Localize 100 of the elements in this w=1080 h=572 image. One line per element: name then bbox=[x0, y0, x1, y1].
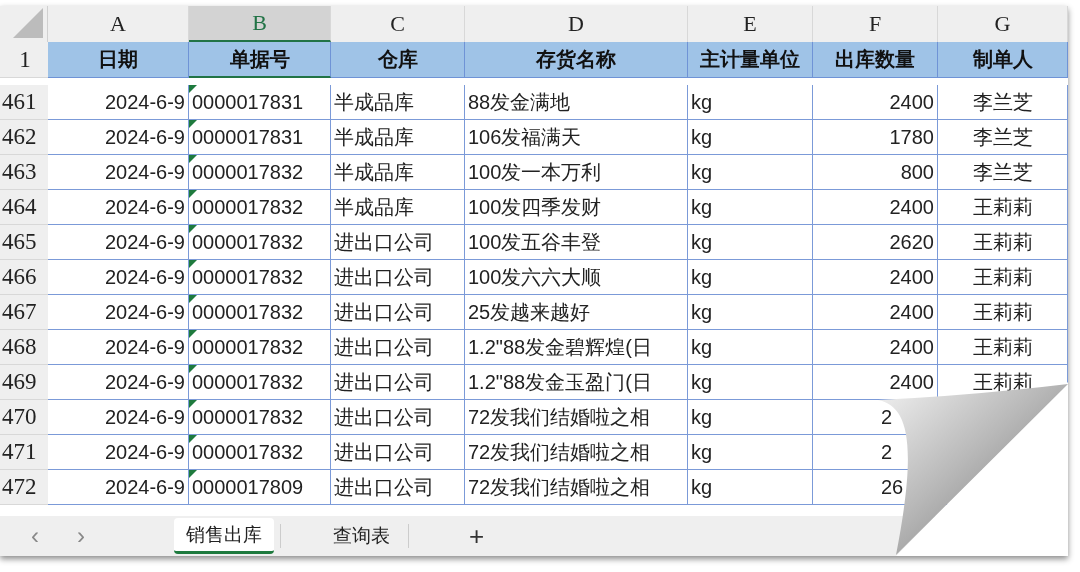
table-cell: 进出口公司 bbox=[331, 435, 465, 470]
table-cell: 0000017832 bbox=[189, 260, 331, 295]
table-cell: 2024-6-9 bbox=[48, 85, 189, 120]
table-cell: 进出口公司 bbox=[331, 470, 465, 505]
row-number[interactable]: 470 bbox=[0, 400, 48, 435]
table-cell: 0000017832 bbox=[189, 365, 331, 400]
table-cell: 800 bbox=[813, 155, 938, 190]
table-cell: 0000017832 bbox=[189, 190, 331, 225]
table-cell: 72发我们结婚啦之相 bbox=[465, 400, 688, 435]
row-number[interactable]: 466 bbox=[0, 260, 48, 295]
table-cell: 半成品库 bbox=[331, 155, 465, 190]
row-number[interactable]: 472 bbox=[0, 470, 48, 505]
table-cell: 李兰芝 bbox=[938, 85, 1068, 120]
row-number[interactable]: 471 bbox=[0, 435, 48, 470]
header-cell: 仓库 bbox=[331, 42, 465, 78]
table-cell: 100发六六大顺 bbox=[465, 260, 688, 295]
text-flag-icon bbox=[189, 225, 197, 233]
table-cell: 0000017832 bbox=[189, 330, 331, 365]
table-cell: 0000017809 bbox=[189, 470, 331, 505]
column-header[interactable]: A bbox=[48, 6, 189, 42]
table-cell: 0000017831 bbox=[189, 120, 331, 155]
text-flag-icon bbox=[189, 435, 197, 443]
table-cell: 李兰芝 bbox=[938, 155, 1068, 190]
table-cell: kg bbox=[688, 470, 813, 505]
table-cell: kg bbox=[688, 260, 813, 295]
text-flag-icon bbox=[189, 190, 197, 198]
table-cell: 1.2"88发金碧辉煌(日 bbox=[465, 330, 688, 365]
table-cell: 2400 bbox=[813, 295, 938, 330]
row-number[interactable]: 464 bbox=[0, 190, 48, 225]
table-cell: 0000017832 bbox=[189, 155, 331, 190]
column-header[interactable]: C bbox=[331, 6, 465, 42]
header-cell: 存货名称 bbox=[465, 42, 688, 78]
table-cell: 2024-6-9 bbox=[48, 435, 189, 470]
table-cell: 100发四季发财 bbox=[465, 190, 688, 225]
table-cell: 1780 bbox=[813, 120, 938, 155]
column-header[interactable]: D bbox=[465, 6, 688, 42]
table-cell: 王莉莉 bbox=[938, 260, 1068, 295]
row-number[interactable]: 1 bbox=[0, 42, 48, 78]
row-number[interactable]: 467 bbox=[0, 295, 48, 330]
table-cell: 2400 bbox=[813, 190, 938, 225]
table-cell: 王莉莉 bbox=[938, 225, 1068, 260]
column-header[interactable]: E bbox=[688, 6, 813, 42]
column-header[interactable]: B bbox=[189, 6, 331, 42]
table-cell: 0000017831 bbox=[189, 85, 331, 120]
header-cell: 日期 bbox=[48, 42, 189, 78]
row-number[interactable]: 469 bbox=[0, 365, 48, 400]
table-cell: 0000017832 bbox=[189, 435, 331, 470]
table-cell: 半成品库 bbox=[331, 85, 465, 120]
table-cell: 1.2"88发金玉盈门(日 bbox=[465, 365, 688, 400]
table-cell: kg bbox=[688, 295, 813, 330]
table-cell: kg bbox=[688, 330, 813, 365]
header-cell: 出库数量 bbox=[813, 42, 938, 78]
table-cell: 进出口公司 bbox=[331, 365, 465, 400]
table-cell: 2024-6-9 bbox=[48, 155, 189, 190]
table-cell: 王莉莉 bbox=[938, 190, 1068, 225]
table-cell: 100发五谷丰登 bbox=[465, 225, 688, 260]
table-cell: 72发我们结婚啦之相 bbox=[465, 435, 688, 470]
table-cell: 2620 bbox=[813, 225, 938, 260]
table-cell: 半成品库 bbox=[331, 120, 465, 155]
text-flag-icon bbox=[189, 120, 197, 128]
text-flag-icon bbox=[189, 85, 197, 93]
table-cell: 李兰芝 bbox=[938, 120, 1068, 155]
table-cell: 25发越来越好 bbox=[465, 295, 688, 330]
text-flag-icon bbox=[189, 155, 197, 163]
table-cell: 2024-6-9 bbox=[48, 365, 189, 400]
column-header[interactable]: G bbox=[938, 6, 1068, 42]
table-cell: kg bbox=[688, 400, 813, 435]
table-cell: 2024-6-9 bbox=[48, 470, 189, 505]
table-cell: kg bbox=[688, 120, 813, 155]
header-cell: 主计量单位 bbox=[688, 42, 813, 78]
row-number[interactable]: 468 bbox=[0, 330, 48, 365]
table-cell: 2024-6-9 bbox=[48, 330, 189, 365]
select-all-button[interactable] bbox=[0, 6, 48, 42]
header-cell: 制单人 bbox=[938, 42, 1068, 78]
table-cell: 100发一本万利 bbox=[465, 155, 688, 190]
row-number[interactable]: 461 bbox=[0, 85, 48, 120]
table-cell: 0000017832 bbox=[189, 225, 331, 260]
text-flag-icon bbox=[189, 260, 197, 268]
row-number[interactable]: 463 bbox=[0, 155, 48, 190]
table-cell: 0000017832 bbox=[189, 295, 331, 330]
table-cell: 72发我们结婚啦之相 bbox=[465, 470, 688, 505]
column-header[interactable]: F bbox=[813, 6, 938, 42]
table-cell: 2024-6-9 bbox=[48, 400, 189, 435]
sheet-tab[interactable]: 查询表 bbox=[321, 518, 402, 554]
table-cell: 半成品库 bbox=[331, 190, 465, 225]
sheet-tab[interactable]: 销售出库 bbox=[174, 518, 274, 554]
table-cell: kg bbox=[688, 225, 813, 260]
text-flag-icon bbox=[189, 470, 197, 478]
table-cell: kg bbox=[688, 435, 813, 470]
table-cell: 2400 bbox=[813, 330, 938, 365]
add-sheet-button[interactable]: + bbox=[465, 520, 489, 552]
table-cell: 2024-6-9 bbox=[48, 120, 189, 155]
table-cell: 进出口公司 bbox=[331, 295, 465, 330]
table-cell: kg bbox=[688, 155, 813, 190]
row-number[interactable]: 465 bbox=[0, 225, 48, 260]
table-cell: kg bbox=[688, 85, 813, 120]
row-number[interactable]: 462 bbox=[0, 120, 48, 155]
text-flag-icon bbox=[189, 295, 197, 303]
table-cell: 2400 bbox=[813, 85, 938, 120]
text-flag-icon bbox=[189, 400, 197, 408]
